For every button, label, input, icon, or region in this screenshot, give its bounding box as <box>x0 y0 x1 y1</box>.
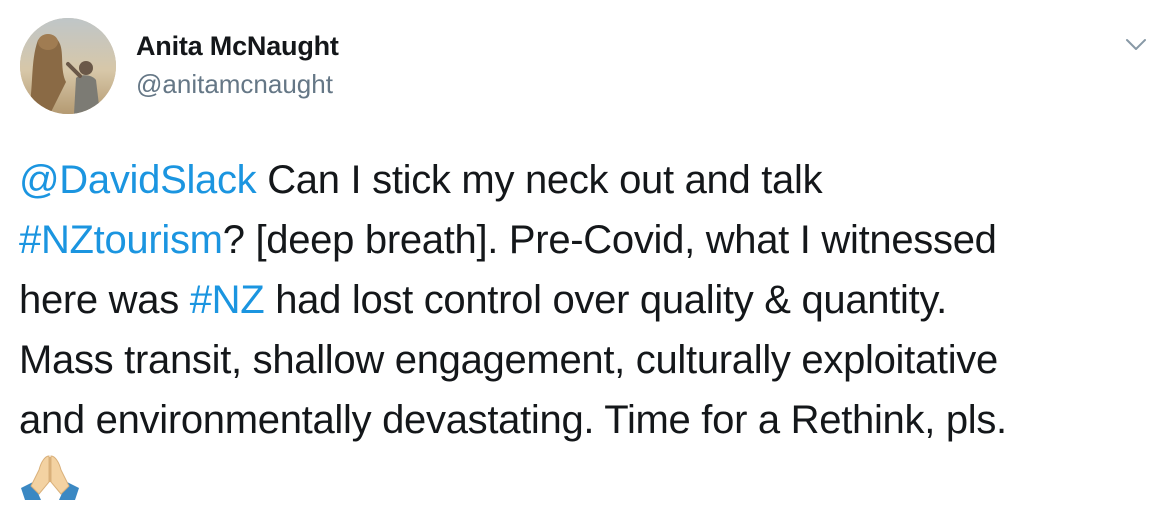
avatar[interactable] <box>20 18 116 114</box>
tweet-line: and environmentally devastating. Time fo… <box>19 398 1007 442</box>
tweet-line: @DavidSlack Can I stick my neck out and … <box>19 150 1149 210</box>
tweet-text-segment: had lost control over quality & quantity… <box>264 278 947 322</box>
hashtag-link[interactable]: #NZ <box>190 278 265 322</box>
avatar-photo <box>20 18 116 114</box>
user-handle[interactable]: @anitamcnaught <box>136 68 339 100</box>
tweet-line: Mass transit, shallow engagement, cultur… <box>19 338 998 382</box>
chevron-down-icon[interactable] <box>1124 32 1148 56</box>
hashtag-link[interactable]: #NZtourism <box>19 218 223 262</box>
user-info: Anita McNaught @anitamcnaught <box>136 30 339 100</box>
tweet-text-segment: Can I stick my neck out and talk <box>256 158 823 202</box>
folded-hands-icon <box>19 452 81 502</box>
display-name[interactable]: Anita McNaught <box>136 30 339 62</box>
tweet-text-segment: here was <box>19 278 190 322</box>
tweet-line: #NZtourism? [deep breath]. Pre-Covid, wh… <box>19 210 1149 270</box>
mention-link[interactable]: @DavidSlack <box>19 158 257 202</box>
tweet-text-segment: ? [deep breath]. Pre-Covid, what I witne… <box>222 218 997 262</box>
tweet-card: Anita McNaught @anitamcnaught @DavidSlac… <box>0 0 1174 528</box>
tweet-text: @DavidSlack Can I stick my neck out and … <box>19 150 1149 450</box>
tweet-line: here was #NZ had lost control over quali… <box>19 270 1149 330</box>
